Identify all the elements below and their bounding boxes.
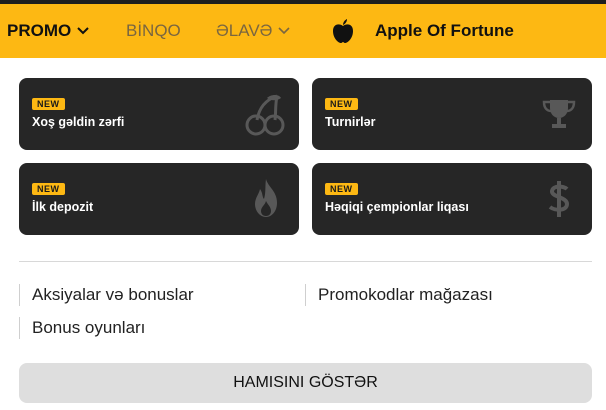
new-badge: NEW <box>325 98 358 110</box>
new-badge: NEW <box>32 98 65 110</box>
nav-elave[interactable]: ƏLAVƏ <box>216 4 291 58</box>
link-label: Bonus oyunları <box>32 318 146 337</box>
promo-card-champions-league[interactable]: NEW Həqiqi çempionlar liqası <box>312 163 592 235</box>
nav-promo[interactable]: PROMO <box>7 4 89 58</box>
apple-icon <box>333 19 353 43</box>
nav-bingo[interactable]: BİNQO <box>126 4 181 58</box>
dollar-icon <box>548 181 570 217</box>
new-badge: NEW <box>32 183 65 195</box>
link-bonus-games[interactable]: Bonus oyunları <box>19 317 145 339</box>
card-label: İlk depozit <box>32 200 94 214</box>
link-promotions-bonuses[interactable]: Aksiyalar və bonuslar <box>19 284 194 306</box>
nav-fortune-label: Apple Of Fortune <box>375 21 514 40</box>
nav-apple-of-fortune[interactable]: Apple Of Fortune <box>332 4 514 58</box>
cherries-icon <box>245 94 285 136</box>
promo-card-tournaments[interactable]: NEW Turnirlər <box>312 78 592 150</box>
nav-elave-label: ƏLAVƏ <box>216 21 273 40</box>
show-all-button[interactable]: HAMISINI GÖSTƏR <box>19 363 592 403</box>
chevron-down-icon <box>77 27 89 35</box>
top-navbar: PROMO BİNQO ƏLAVƏ Apple Of Fortune <box>0 4 606 58</box>
card-label: Həqiqi çempionlar liqası <box>325 200 469 214</box>
new-badge: NEW <box>325 183 358 195</box>
promo-card-welcome[interactable]: NEW Xoş gəldin zərfi <box>19 78 299 150</box>
link-label: Aksiyalar və bonuslar <box>32 285 194 304</box>
show-all-label: HAMISINI GÖSTƏR <box>233 374 378 391</box>
nav-promo-label: PROMO <box>7 21 72 40</box>
chevron-down-icon <box>278 27 291 35</box>
nav-bingo-label: BİNQO <box>126 21 181 40</box>
section-divider <box>19 261 592 262</box>
fire-icon <box>255 179 277 217</box>
link-promocodes-store[interactable]: Promokodlar mağazası <box>305 284 493 306</box>
trophy-icon <box>542 100 576 128</box>
link-label: Promokodlar mağazası <box>318 285 493 304</box>
card-label: Xoş gəldin zərfi <box>32 115 125 129</box>
card-label: Turnirlər <box>325 115 376 129</box>
promo-card-first-deposit[interactable]: NEW İlk depozit <box>19 163 299 235</box>
